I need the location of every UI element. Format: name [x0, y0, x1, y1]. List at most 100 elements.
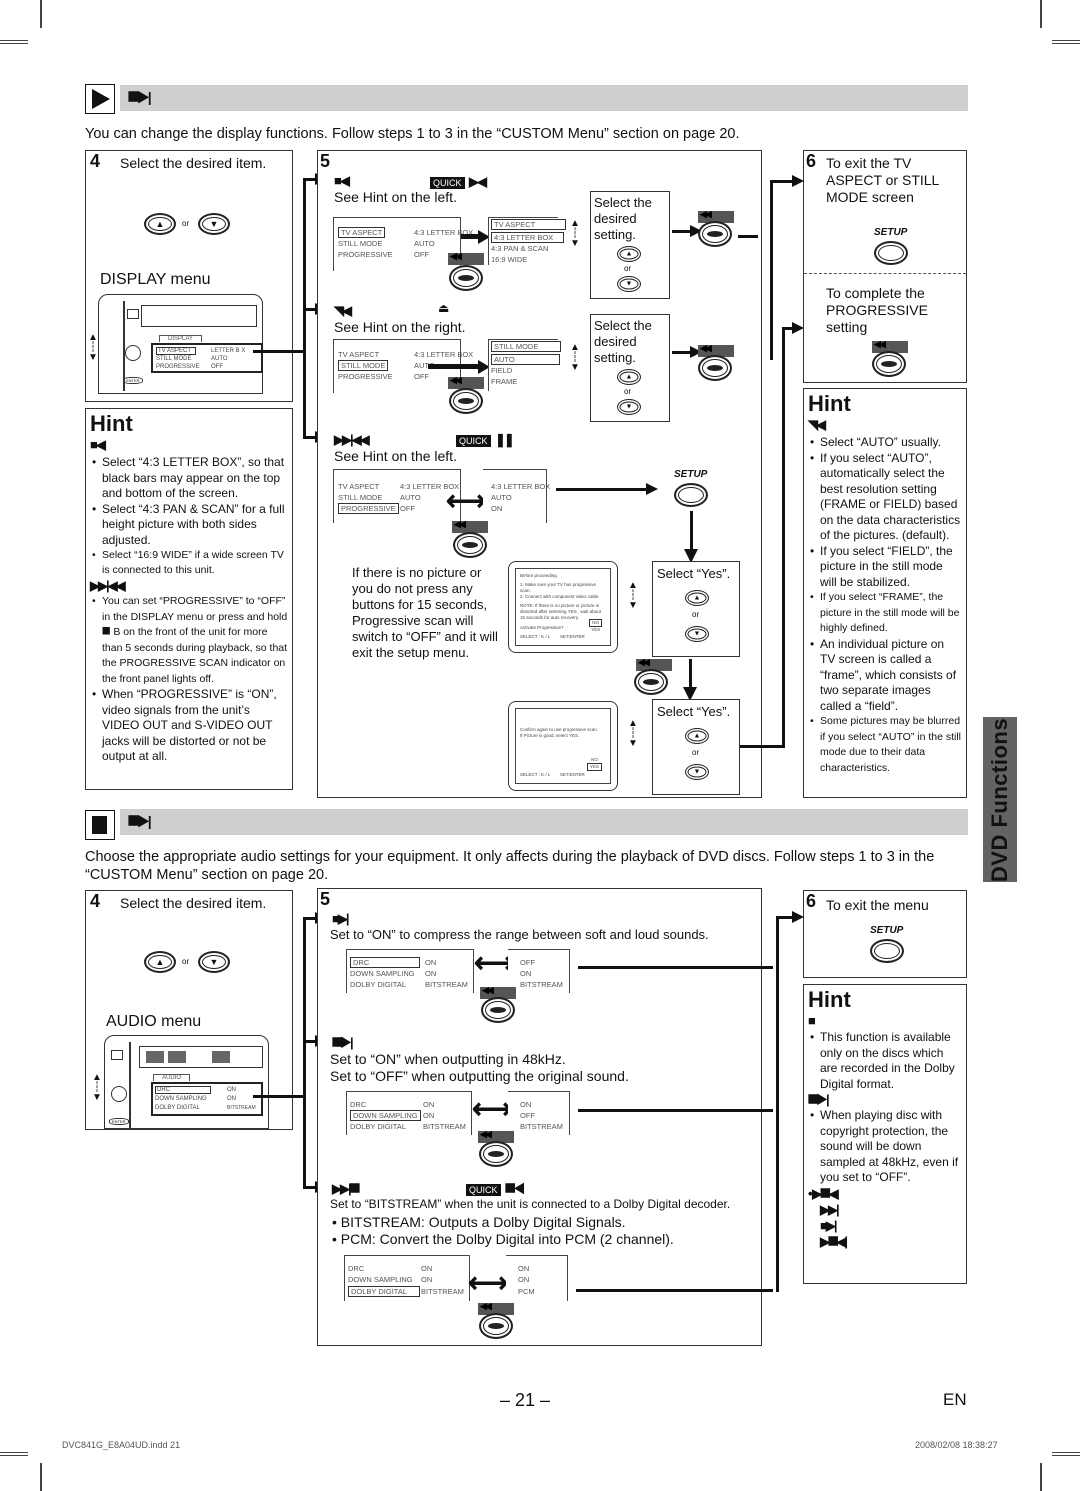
quick-badge: QUICK ❚❚	[456, 431, 515, 449]
tv-aspect-glyph: ■◀	[90, 437, 106, 452]
enter-button[interactable]	[481, 997, 515, 1023]
quick-label: QUICK	[466, 1184, 501, 1196]
bitstream-bullet: • BITSTREAM: Outputs a Dolby Digital Sig…	[332, 1214, 626, 1230]
step-number: 6	[806, 891, 817, 911]
hint-item: Select “4:3 PAN & SCAN” for a full heigh…	[90, 502, 288, 549]
connector-line	[782, 327, 785, 747]
connector-line	[303, 917, 306, 1189]
audio-step6-box: 6 To exit the menu SETUP	[803, 890, 967, 978]
crop-mark	[40, 0, 42, 28]
down-button[interactable]: ▼	[685, 626, 709, 642]
osd-value: BITSTREAM	[421, 1287, 464, 1296]
option-no[interactable]: NO	[589, 619, 602, 627]
up-button[interactable]: ▲	[144, 213, 176, 235]
dpad-icon	[125, 345, 141, 361]
or-label: or	[182, 219, 190, 228]
or-label: or	[624, 264, 632, 273]
hint-title: Hint	[90, 411, 133, 436]
connector-line	[576, 1289, 773, 1292]
down-arrow-icon: ▼	[693, 630, 701, 638]
menu-row-item: TV ASPECT	[156, 347, 197, 355]
menu-label: AUDIO menu	[106, 1013, 202, 1030]
exit-instruction: To exit the menu	[826, 897, 929, 913]
enter-button[interactable]	[634, 669, 668, 695]
osd-title: TV ASPECT	[491, 219, 567, 230]
osd-item: DRC	[348, 1264, 365, 1273]
osd-value: ON	[425, 969, 437, 978]
enter-button[interactable]	[698, 355, 732, 381]
tv-icon	[127, 309, 139, 319]
or-label: or	[182, 957, 190, 966]
option-yes[interactable]: YES	[589, 627, 602, 633]
connector-line	[578, 1109, 773, 1112]
osd-screen-left: TV ASPECT 4:3 LETTER BOX STILL MODE AUTO…	[333, 217, 473, 271]
osd-screen-left: DRC ON DOWN SAMPLING ON DOLBY DIGITAL BI…	[346, 949, 474, 993]
display-step6-box: 6 To exit the TV ASPECT or STILL MODE sc…	[803, 150, 967, 383]
page-number: – 21 –	[500, 1390, 551, 1410]
enter-button[interactable]	[479, 1313, 513, 1339]
up-button[interactable]: ▲	[617, 246, 641, 262]
or-label: or	[692, 610, 700, 619]
up-button[interactable]: ▲	[144, 951, 176, 973]
hint-item: If you select “AUTO”, automatically sele…	[808, 451, 962, 544]
hint-item: When playing disc with copyright protect…	[808, 1108, 962, 1186]
progressive-timeout-note: If there is no picture or you do not pre…	[352, 565, 498, 660]
osd-screen-right: TV ASPECT 4:3 LETTER BOX 4:3 PAN & SCAN …	[488, 217, 567, 265]
audio-step5-box: 5 ■▶| Set to “ON” to compress the range …	[317, 888, 773, 1346]
enter-button[interactable]: ENTER	[109, 1118, 129, 1125]
up-down-arrow-icon: ▲ ┆ ▼	[570, 218, 580, 249]
osd-value: BITSTREAM	[425, 980, 468, 989]
up-button[interactable]: ▲	[617, 369, 641, 385]
osd-value: ON	[421, 1275, 433, 1284]
osd-title: STILL MODE	[491, 341, 562, 352]
select-yes-callout: Select “Yes”. ▲ or ▼	[652, 699, 740, 795]
osd-screen-right: ON OFF BITSTREAM	[508, 1091, 570, 1135]
connector-line	[578, 966, 773, 969]
down-button[interactable]: ▼	[617, 399, 641, 415]
still-mode-glyph: ◥◀	[334, 303, 352, 318]
hint-item: Select “AUTO” usually.	[808, 435, 962, 451]
option-yes[interactable]: YES	[586, 763, 602, 771]
osd-option: OFF	[520, 1111, 535, 1120]
enter-button[interactable]	[698, 221, 732, 247]
down-button[interactable]: ▼	[617, 276, 641, 292]
down-arrow-icon: ▼	[625, 403, 633, 411]
down-button[interactable]: ▼	[685, 764, 709, 780]
hint-glyph: ■▶|	[820, 1217, 838, 1233]
enter-button[interactable]	[449, 388, 483, 414]
tv-aspect-glyph: ■◀	[334, 173, 350, 188]
screen-line: Before proceeding	[520, 573, 557, 578]
enter-button[interactable]	[479, 1141, 513, 1167]
pause-icon: ❚❚	[494, 432, 515, 447]
osd-screen-right: ON ON PCM	[506, 1255, 568, 1301]
audio-step4-box: 4 Select the desired item. ▲ or ▼ AUDIO …	[85, 890, 293, 1130]
connector-line	[770, 180, 773, 360]
connector-line	[740, 745, 785, 748]
hint-item: Select “4:3 LETTER BOX”, so that black b…	[90, 455, 288, 502]
progressive-glyph: ▶▶|◀◀	[90, 578, 126, 593]
hint-item: If you select “FRAME”, the picture in th…	[808, 590, 962, 637]
enter-button[interactable]	[453, 532, 487, 558]
osd-item: DOLBY DIGITAL	[348, 1286, 420, 1297]
down-button[interactable]: ▼	[198, 951, 230, 973]
connector-line	[738, 235, 758, 238]
setup-button[interactable]	[674, 483, 708, 507]
quick-glyph: ⯀◀	[504, 1181, 525, 1196]
enter-button[interactable]	[872, 351, 906, 377]
arrow	[556, 488, 648, 491]
connector-line	[776, 916, 779, 1292]
osd-option: AUTO	[491, 354, 560, 365]
setup-button[interactable]	[874, 241, 908, 265]
up-button[interactable]: ▲	[685, 728, 709, 744]
up-button[interactable]: ▲	[685, 590, 709, 606]
enter-button[interactable]: ENTER	[123, 377, 143, 384]
up-down-arrow-icon: ▲ ┆ ▼	[628, 718, 638, 749]
hint-glyph: ▶⯀◀|	[820, 1233, 848, 1249]
down-button[interactable]: ▼	[198, 213, 230, 235]
osd-screen-right: 4:3 LETTER BOX AUTO ON	[483, 469, 550, 523]
hint-item: Select “16:9 WIDE” if a wide screen TV i…	[90, 548, 288, 578]
setup-button[interactable]	[870, 939, 904, 963]
step-number: 4	[90, 891, 101, 911]
enter-button[interactable]	[449, 265, 483, 291]
up-down-arrow-icon: ▲ ┆ ▼	[88, 332, 98, 363]
